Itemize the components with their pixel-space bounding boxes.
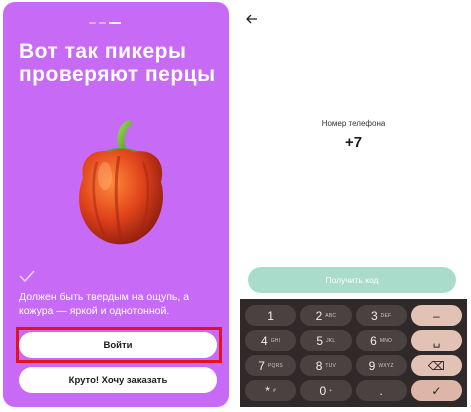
key-label: 3 xyxy=(370,308,378,323)
minus-key[interactable]: – xyxy=(410,305,462,326)
key-label: 5 xyxy=(316,333,324,348)
key-sublabel: TUV xyxy=(325,362,337,369)
key-sublabel: PQRS xyxy=(267,362,283,369)
key-sublabel: GHI xyxy=(270,337,281,344)
page-dot-active xyxy=(109,22,121,24)
key-8[interactable]: 8 TUV xyxy=(300,355,352,376)
onboarding-screen: Вот так пикеры проверяют перцы Должен бы… xyxy=(3,2,229,407)
page-dot xyxy=(99,22,106,24)
check-icon xyxy=(19,270,35,282)
key-7[interactable]: 7 PQRS xyxy=(245,355,297,376)
phone-input[interactable]: +7 xyxy=(240,134,467,151)
done-key[interactable]: ✓ xyxy=(410,380,462,401)
numeric-keypad: 1 2 ABC 3 DEF –4 GHI 5 JKL 6 MNO ␣ 7 PQRS 8 TUV 9 WXYZ ⌫ * #… xyxy=(240,299,467,407)
key-label: – xyxy=(433,308,440,323)
key-1[interactable]: 1 xyxy=(245,305,297,326)
key-label: 9 xyxy=(368,358,376,373)
key-6[interactable]: 6 MNO xyxy=(355,330,407,351)
key-sublabel: DEF xyxy=(380,312,392,319)
pepper-illustration xyxy=(79,120,163,245)
order-button[interactable]: Круто! Хочу заказать xyxy=(19,367,217,393)
phone-entry-screen: Номер телефона +7 Получить код 1 2 ABC 3 DEF… xyxy=(240,2,467,407)
onboarding-headline: Вот так пикеры проверяют перцы xyxy=(19,40,216,86)
key-label: 7 xyxy=(258,358,265,373)
pepper-check-description: Должен быть твердым на ощупь, а кожура —… xyxy=(19,291,190,317)
key-sublabel: JKL xyxy=(326,337,336,344)
key-9[interactable]: 9 WXYZ xyxy=(355,355,407,376)
key-label: 0 xyxy=(319,383,327,398)
key-label: 1 xyxy=(267,308,274,323)
key-label: 2 xyxy=(315,308,323,323)
key-0[interactable]: 0 + xyxy=(300,380,352,401)
key-label: 4 xyxy=(261,333,268,348)
key-label: ⌫ xyxy=(427,358,445,373)
key-sublabel: ABC xyxy=(325,312,337,319)
key-label: ␣ xyxy=(432,333,441,348)
login-button[interactable]: Войти xyxy=(19,332,217,358)
period-key[interactable]: . xyxy=(355,380,407,401)
key-3[interactable]: 3 DEF xyxy=(355,305,407,326)
space-key[interactable]: ␣ xyxy=(410,330,462,351)
key-label: ✓ xyxy=(431,383,442,398)
phone-label: Номер телефона xyxy=(321,119,386,128)
star-hash-key[interactable]: * # xyxy=(245,380,297,401)
key-label: * xyxy=(265,383,270,398)
backspace-key[interactable]: ⌫ xyxy=(410,355,462,376)
key-sublabel: WXYZ xyxy=(378,362,394,369)
key-sublabel: MNO xyxy=(379,337,393,344)
page-indicator xyxy=(89,22,121,24)
page-dot xyxy=(89,22,96,24)
key-4[interactable]: 4 GHI xyxy=(245,330,297,351)
key-label: 8 xyxy=(315,358,323,373)
key-2[interactable]: 2 ABC xyxy=(300,305,352,326)
get-code-button[interactable]: Получить код xyxy=(248,267,456,293)
key-label: 6 xyxy=(370,333,377,348)
key-5[interactable]: 5 JKL xyxy=(300,330,352,351)
key-sublabel: # xyxy=(272,387,276,394)
arrow-left-icon[interactable] xyxy=(246,14,258,24)
key-sublabel: + xyxy=(329,387,333,394)
key-label: . xyxy=(379,383,383,398)
